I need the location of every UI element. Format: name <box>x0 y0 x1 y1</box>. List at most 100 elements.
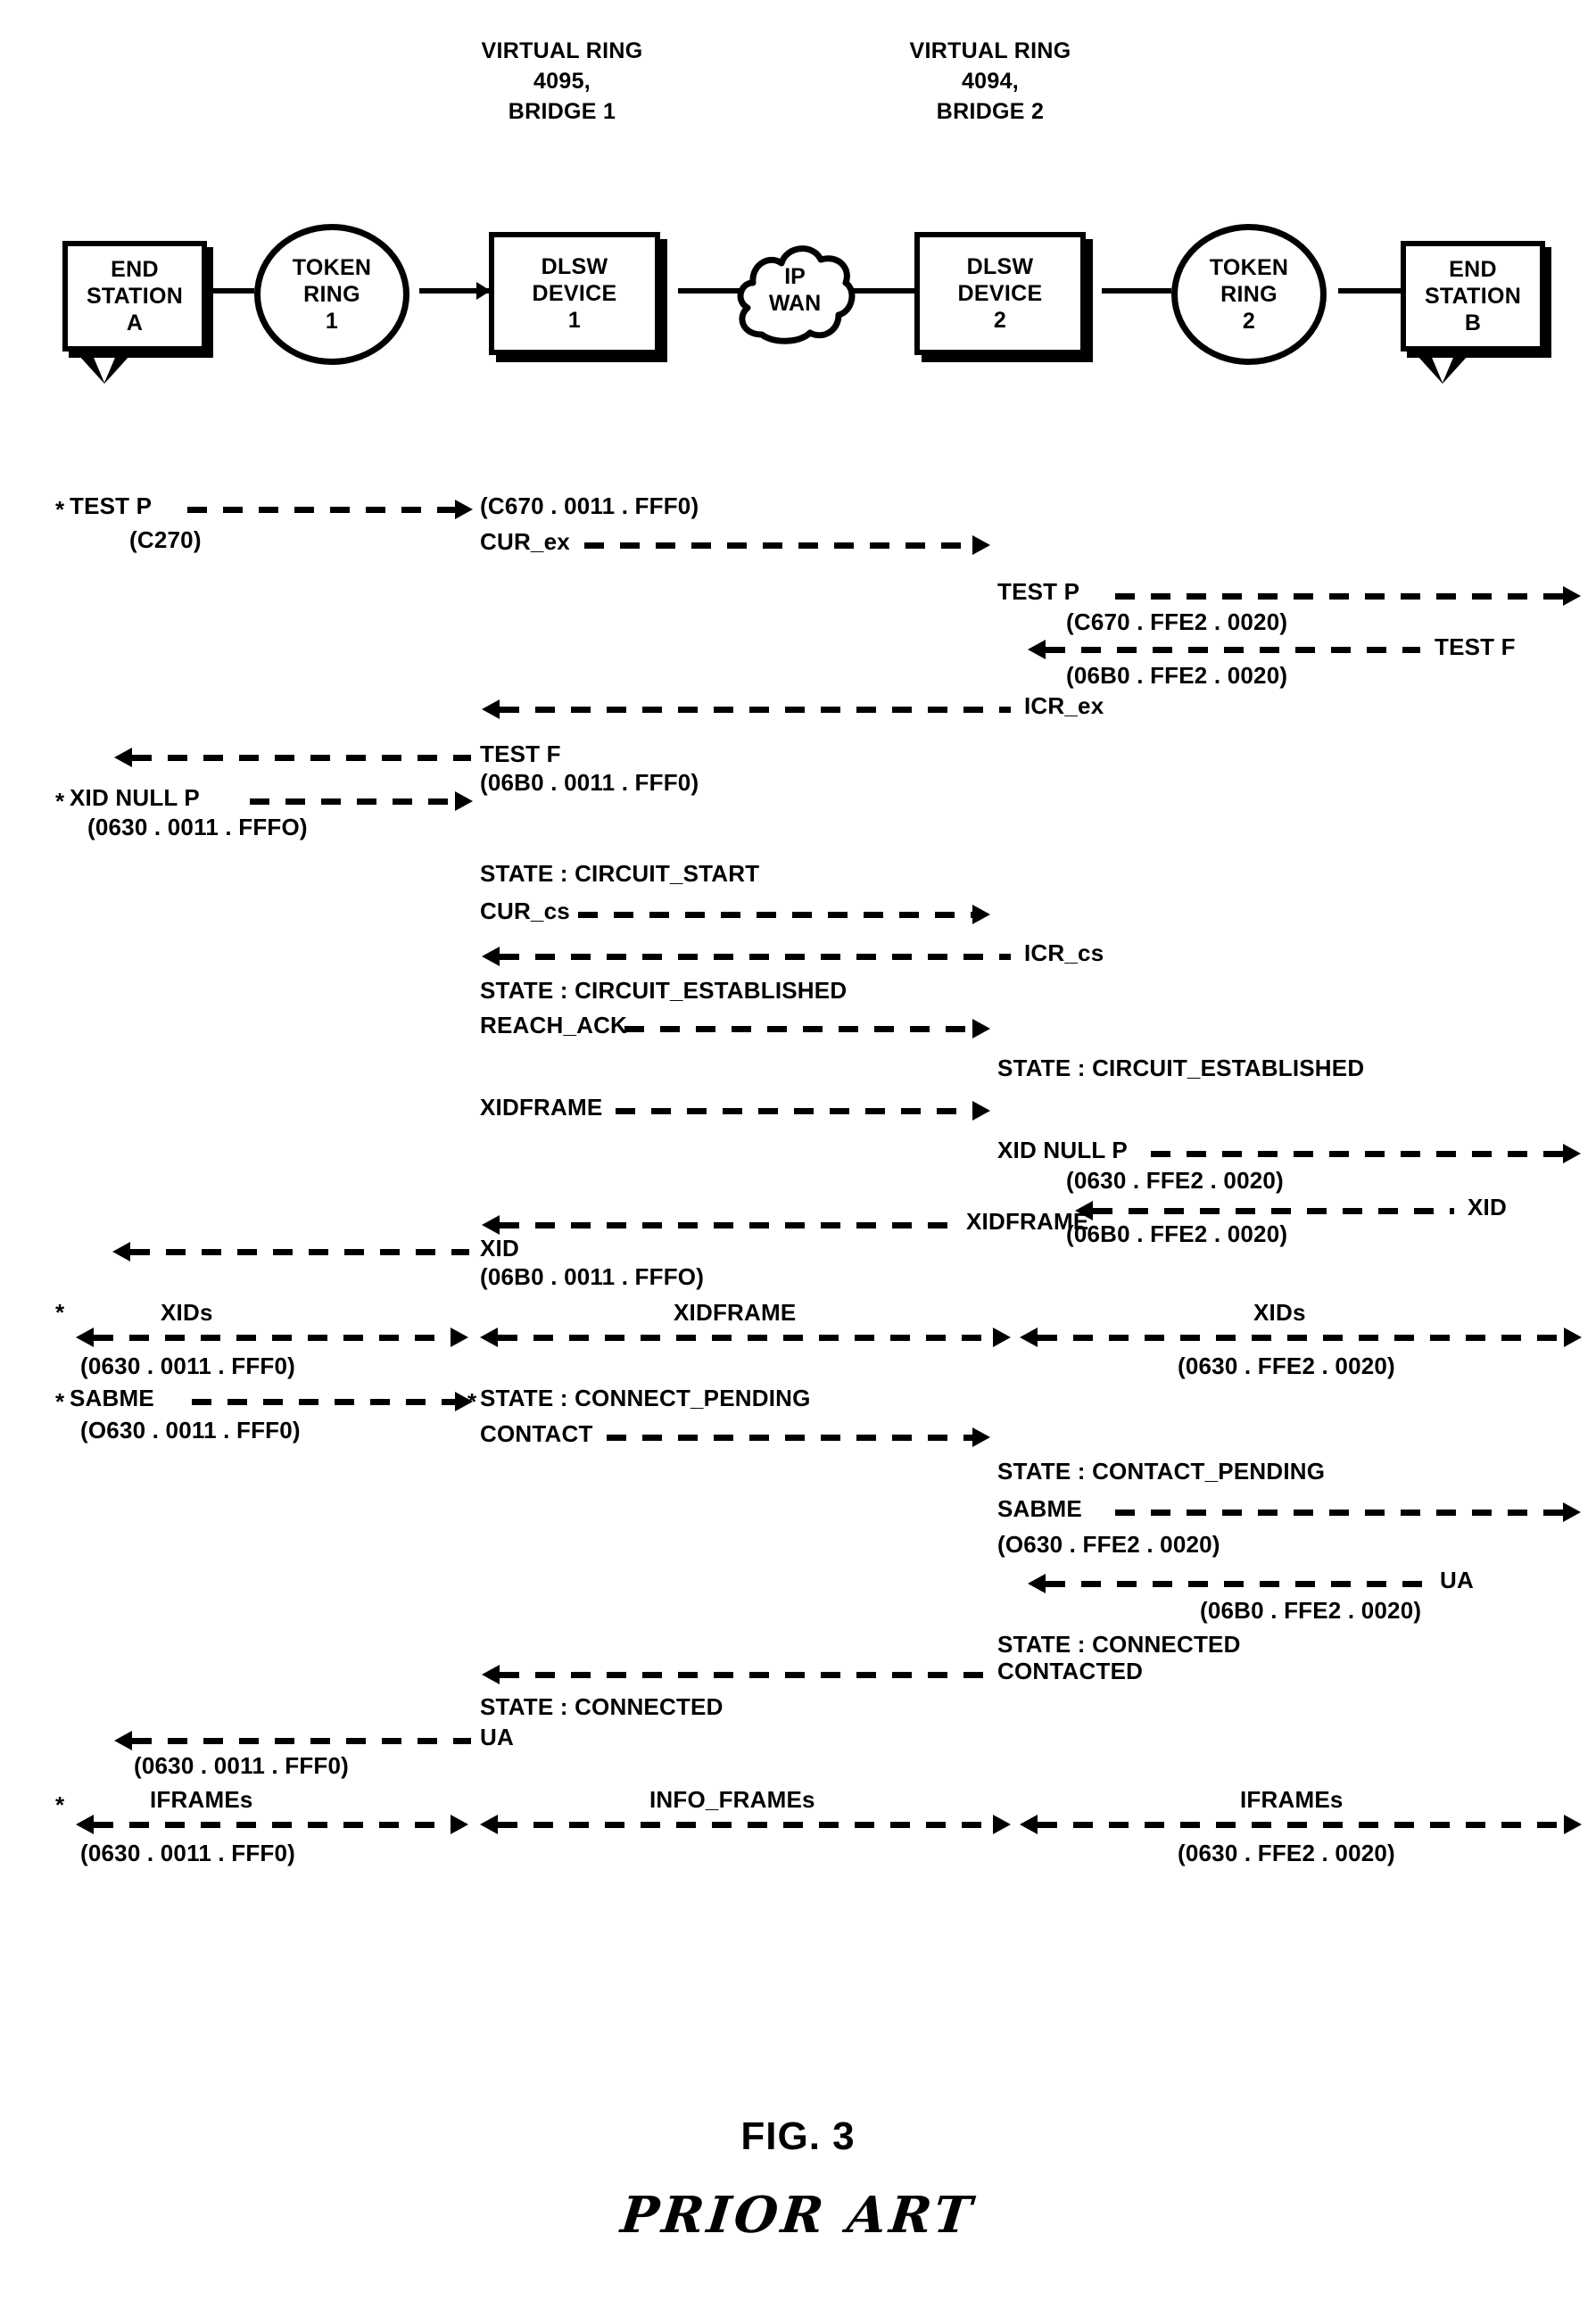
arrow-m32 <box>114 1731 471 1750</box>
arrow-m27 <box>1115 1502 1581 1522</box>
link-wan-dlsw2 <box>852 288 914 294</box>
msg-label-m05: TEST F <box>1435 633 1516 660</box>
msg-addr-m17: (06B0 . FFE2 . 0020) <box>1066 1220 1288 1247</box>
msg-label-m21: XIDFRAME <box>674 1299 797 1326</box>
msg-label-m13: REACH_ACK <box>480 1012 628 1038</box>
msg-label-m19: XID <box>480 1235 519 1262</box>
node-label-line: WAN <box>768 291 822 316</box>
asterisk-marker: * <box>467 1388 477 1415</box>
arrow-m16 <box>1151 1144 1581 1163</box>
end-station-b-base <box>1409 346 1476 384</box>
link-tr2-esb <box>1338 288 1401 294</box>
arrow-m03 <box>584 535 990 555</box>
msg-addr-m04: (C670 . FFE2 . 0020) <box>1066 608 1288 635</box>
asterisk-marker: * <box>55 1791 65 1818</box>
msg-addr-m19: (06B0 . 0011 . FFFO) <box>480 1263 705 1290</box>
msg-addr-m08: (0630 . 0011 . FFFO) <box>87 814 308 840</box>
link-dlsw1-wan <box>678 288 740 294</box>
node-label-line: END <box>1449 257 1497 282</box>
link-tr1-dlsw1 <box>419 282 491 300</box>
msg-label-m26: STATE : CONTACT_PENDING <box>997 1458 1326 1485</box>
msg-label-m35: IFRAMEs <box>1240 1786 1344 1813</box>
msg-addr-m16: (0630 . FFE2 . 0020) <box>1066 1167 1284 1194</box>
arrow-m33 <box>76 1815 468 1834</box>
arrow-m20 <box>76 1328 468 1347</box>
msg-label-m18: XIDFRAME <box>966 1208 1089 1235</box>
msg-addr-m23: (O630 . 0011 . FFF0) <box>80 1417 301 1444</box>
msg-label-m32: UA <box>480 1724 514 1750</box>
arrow-m22 <box>1020 1328 1582 1347</box>
node-label-line: B <box>1464 310 1482 335</box>
msg-label-m24: STATE : CONNECT_PENDING <box>480 1385 811 1411</box>
msg-label-m23: SABME <box>70 1385 154 1411</box>
arrow-m30 <box>482 1665 988 1684</box>
node-label-line: A <box>126 310 144 335</box>
node-label-line: IP <box>784 264 806 289</box>
msg-label-m31: STATE : CONNECTED <box>480 1693 724 1720</box>
node-label-line: TOKEN <box>292 255 372 280</box>
ip-wan-label: IP WAN <box>733 235 856 345</box>
arrow-m34 <box>480 1815 1011 1834</box>
msg-addr-m32: (0630 . 0011 . FFF0) <box>134 1752 350 1779</box>
asterisk-marker: * <box>55 496 65 523</box>
node-label-line: DLSW <box>966 254 1034 279</box>
end-station-a-base <box>70 346 138 384</box>
msg-label-m03: CUR_ex <box>480 528 570 555</box>
msg-label-m16: XID NULL P <box>997 1137 1128 1163</box>
msg-label-m06: ICR_ex <box>1024 692 1104 719</box>
msg-addr-m07: (06B0 . 0011 . FFF0) <box>480 769 699 796</box>
msg-label-m34: INFO_FRAMEs <box>649 1786 815 1813</box>
msg-label-m27: SABME <box>997 1495 1082 1522</box>
arrow-m01 <box>187 500 473 519</box>
asterisk-marker: * <box>55 788 65 815</box>
msg-addr-m27: (O630 . FFE2 . 0020) <box>997 1531 1220 1558</box>
arrow-m21 <box>480 1328 1011 1347</box>
msg-addr-m01: (C270) <box>129 526 202 553</box>
node-token-ring-1: TOKEN RING 1 <box>254 224 409 365</box>
arrow-m15 <box>616 1101 990 1121</box>
msg-label-m30: CONTACTED <box>997 1658 1144 1684</box>
node-dlsw-device-2: DLSW DEVICE 2 <box>914 232 1086 355</box>
arrow-m28 <box>1028 1574 1425 1593</box>
node-label-line: DEVICE <box>957 281 1043 306</box>
node-end-station-a: END STATION A <box>62 241 207 352</box>
msg-label-m04: TEST P <box>997 578 1080 605</box>
msg-label-m29: STATE : CONNECTED <box>997 1631 1241 1658</box>
link-dlsw2-tr2 <box>1102 288 1171 294</box>
msg-addr-m20: (0630 . 0011 . FFF0) <box>80 1353 296 1379</box>
msg-addr-m35: (0630 . FFE2 . 0020) <box>1178 1840 1395 1866</box>
arrow-m11 <box>482 947 1011 966</box>
msg-label-m07: TEST F <box>480 740 561 767</box>
msg-label-m09: STATE : CIRCUIT_START <box>480 860 760 887</box>
msg-label-m28: UA <box>1440 1567 1474 1593</box>
node-label-line: END <box>111 257 159 282</box>
prior-art-annotation: PRIOR ART <box>617 2186 979 2245</box>
asterisk-marker: * <box>55 1299 65 1326</box>
msg-label-m08: XID NULL P <box>70 784 200 811</box>
arrow-m19 <box>112 1242 469 1262</box>
node-label-line: DLSW <box>541 254 608 279</box>
msg-label-m33: IFRAMEs <box>150 1786 253 1813</box>
msg-addr-m22: (0630 . FFE2 . 0020) <box>1178 1353 1395 1379</box>
arrow-m17 <box>1075 1201 1454 1220</box>
msg-label-m20: XIDs <box>161 1299 213 1326</box>
node-label-line: TOKEN <box>1209 255 1289 280</box>
node-label-line: RING <box>1220 282 1278 307</box>
msg-label-m25: CONTACT <box>480 1420 593 1447</box>
node-label-line: 1 <box>567 308 582 333</box>
msg-label-m11: ICR_cs <box>1024 939 1104 966</box>
arrow-m13 <box>624 1019 990 1038</box>
arrow-m35 <box>1020 1815 1582 1834</box>
node-ip-wan: IP WAN <box>733 235 856 345</box>
arrow-m10 <box>578 905 990 924</box>
msg-label-m14: STATE : CIRCUIT_ESTABLISHED <box>997 1055 1365 1081</box>
node-label-line: 2 <box>1242 309 1256 334</box>
msg-label-m15: XIDFRAME <box>480 1094 603 1121</box>
node-label-line: STATION <box>86 284 184 309</box>
asterisk-marker: * <box>55 1388 65 1415</box>
network-topology-diagram: VIRTUAL RING 4095, BRIDGE 1 VIRTUAL RING… <box>0 0 1596 419</box>
msg-addr-m05: (06B0 . FFE2 . 0020) <box>1066 662 1288 689</box>
node-end-station-b: END STATION B <box>1401 241 1545 352</box>
msg-addr-m28: (06B0 . FFE2 . 0020) <box>1200 1597 1422 1624</box>
msg-label-m22: XIDs <box>1253 1299 1306 1326</box>
